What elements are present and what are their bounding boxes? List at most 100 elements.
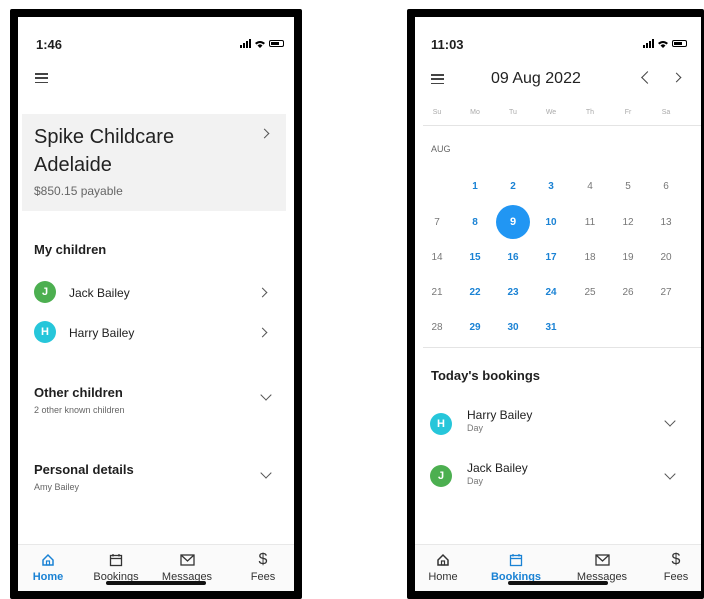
my-children-heading: My children bbox=[34, 242, 107, 257]
calendar-day[interactable]: 4 bbox=[578, 181, 602, 192]
calendar-day[interactable]: 8 bbox=[463, 217, 487, 228]
child-row[interactable]: H Harry Bailey bbox=[18, 315, 294, 349]
calendar-day[interactable]: 21 bbox=[425, 287, 449, 298]
next-month-icon[interactable] bbox=[671, 72, 682, 83]
chevron-right-icon bbox=[257, 327, 268, 338]
calendar-day[interactable]: 12 bbox=[616, 217, 640, 228]
provider-name: Spike Childcare Adelaide bbox=[34, 126, 175, 176]
calendar-day[interactable]: 13 bbox=[654, 217, 678, 228]
calendar-day[interactable]: 10 bbox=[539, 217, 563, 228]
tab-messages[interactable]: Messages bbox=[572, 551, 632, 583]
child-name: Jack Bailey bbox=[69, 286, 130, 300]
divider bbox=[423, 347, 701, 348]
avatar: J bbox=[34, 281, 56, 303]
weekday-label: Tu bbox=[509, 109, 517, 116]
todays-bookings-heading: Today's bookings bbox=[431, 368, 541, 383]
child-row[interactable]: J Jack Bailey bbox=[18, 275, 294, 309]
provider-card[interactable]: Spike Childcare Adelaide $850.15 payable bbox=[22, 114, 286, 211]
calendar-day[interactable]: 6 bbox=[654, 181, 678, 192]
calendar-day[interactable]: 19 bbox=[616, 252, 640, 263]
status-icons bbox=[240, 39, 284, 48]
personal-details-sub: Amy Bailey bbox=[34, 482, 80, 492]
avatar: J bbox=[430, 465, 452, 487]
chevron-down-icon bbox=[260, 467, 272, 479]
calendar-day[interactable]: 5 bbox=[616, 181, 640, 192]
weekday-label: Mo bbox=[470, 109, 480, 116]
calendar-day[interactable]: 2 bbox=[501, 181, 525, 192]
signal-icon bbox=[240, 39, 251, 48]
month-label: AUG bbox=[431, 144, 451, 154]
tab-label: Home bbox=[32, 571, 64, 583]
selected-day[interactable]: 9 bbox=[496, 205, 530, 239]
chevron-down-icon bbox=[664, 468, 676, 480]
calendar-day[interactable]: 28 bbox=[425, 322, 449, 333]
tab-bookings[interactable]: Bookings bbox=[486, 551, 546, 583]
battery-icon bbox=[269, 40, 284, 47]
weekday-label: Fr bbox=[624, 109, 632, 116]
calendar-day[interactable]: 25 bbox=[578, 287, 602, 298]
envelope-icon bbox=[179, 554, 195, 566]
avatar: H bbox=[430, 413, 452, 435]
dollar-icon: $ bbox=[671, 551, 681, 568]
calendar-day[interactable]: 27 bbox=[654, 287, 678, 298]
battery-icon bbox=[672, 40, 687, 47]
calendar-day[interactable]: 29 bbox=[463, 322, 487, 333]
menu-icon[interactable] bbox=[431, 74, 444, 84]
tab-label: Fees bbox=[250, 571, 276, 583]
calendar-day[interactable]: 11 bbox=[578, 217, 602, 228]
booking-row[interactable]: H Harry Bailey Day bbox=[415, 403, 701, 443]
chevron-right-icon bbox=[259, 128, 270, 139]
menu-icon[interactable] bbox=[35, 73, 48, 83]
chevron-down-icon bbox=[260, 389, 272, 401]
payable-amount: $850.15 payable bbox=[34, 184, 123, 198]
other-children-sub: 2 other known children bbox=[34, 405, 125, 415]
calendar-day[interactable]: 20 bbox=[654, 252, 678, 263]
envelope-icon bbox=[594, 554, 610, 566]
home-icon bbox=[437, 553, 449, 566]
other-children-heading: Other children bbox=[34, 385, 123, 400]
home-indicator bbox=[508, 581, 608, 585]
calendar-day[interactable]: 24 bbox=[539, 287, 563, 298]
avatar: H bbox=[34, 321, 56, 343]
booking-child-name: Jack Bailey bbox=[467, 461, 528, 475]
tab-label: Fees bbox=[663, 571, 689, 583]
calendar-day[interactable]: 30 bbox=[501, 322, 525, 333]
calendar-day[interactable]: 7 bbox=[425, 217, 449, 228]
calendar-icon bbox=[509, 554, 523, 567]
signal-icon bbox=[643, 39, 654, 48]
calendar-day[interactable]: 18 bbox=[578, 252, 602, 263]
calendar-day[interactable]: 17 bbox=[539, 252, 563, 263]
prev-month-icon[interactable] bbox=[641, 71, 654, 84]
tab-fees[interactable]: $ Fees bbox=[646, 551, 701, 583]
child-name: Harry Bailey bbox=[69, 326, 135, 340]
tab-bookings[interactable]: Bookings bbox=[86, 551, 146, 583]
personal-details-section[interactable]: Personal details Amy Bailey bbox=[18, 457, 294, 497]
booking-row[interactable]: J Jack Bailey Day bbox=[415, 457, 701, 497]
home-screen: 1:46 Spike Childcare Adelaide $850.15 pa… bbox=[10, 9, 302, 599]
calendar-day[interactable]: 14 bbox=[425, 252, 449, 263]
weekday-label: Th bbox=[585, 109, 595, 116]
calendar-day[interactable]: 15 bbox=[463, 252, 487, 263]
other-children-section[interactable]: Other children 2 other known children bbox=[18, 379, 294, 419]
booking-type: Day bbox=[467, 476, 484, 486]
calendar-day[interactable]: 23 bbox=[501, 287, 525, 298]
calendar-icon bbox=[109, 554, 123, 567]
tab-home[interactable]: Home bbox=[18, 551, 78, 583]
dollar-icon: $ bbox=[258, 551, 268, 568]
calendar-day[interactable]: 3 bbox=[539, 181, 563, 192]
home-icon bbox=[42, 553, 54, 566]
tab-fees[interactable]: $ Fees bbox=[233, 551, 293, 583]
wifi-icon bbox=[658, 40, 668, 48]
tab-messages[interactable]: Messages bbox=[157, 551, 217, 583]
calendar-day[interactable]: 1 bbox=[463, 181, 487, 192]
weekday-label: Su bbox=[432, 109, 442, 116]
calendar-day[interactable]: 22 bbox=[463, 287, 487, 298]
calendar-day[interactable]: 16 bbox=[501, 252, 525, 263]
calendar-day[interactable]: 31 bbox=[539, 322, 563, 333]
tab-bar: Home Bookings Messages $ Fees bbox=[18, 544, 294, 591]
tab-home[interactable]: Home bbox=[415, 551, 473, 583]
calendar-day[interactable]: 26 bbox=[616, 287, 640, 298]
weekday-label: Sa bbox=[661, 109, 671, 116]
chevron-right-icon bbox=[257, 287, 268, 298]
tab-label: Home bbox=[428, 571, 458, 583]
